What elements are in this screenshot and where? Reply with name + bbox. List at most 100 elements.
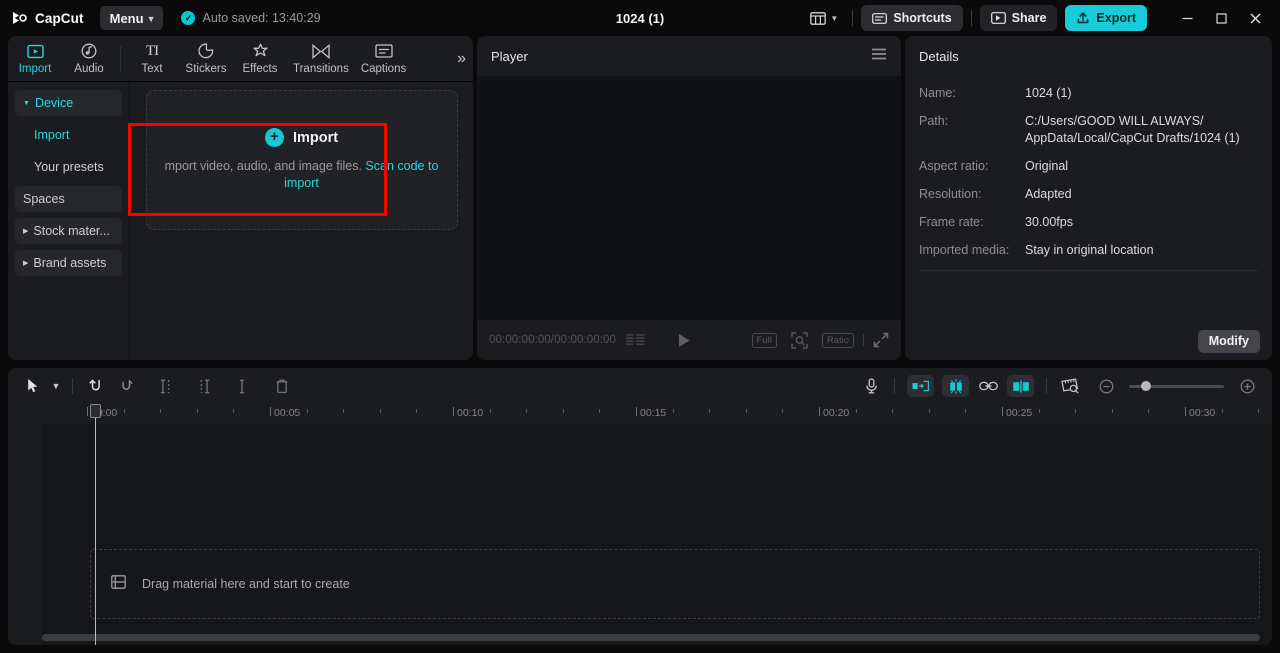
detail-value: Stay in original location (1025, 242, 1258, 259)
playhead-handle[interactable] (90, 404, 101, 418)
split-clip-button[interactable] (227, 373, 257, 399)
player-menu-button[interactable] (871, 47, 887, 65)
fullscreen-button[interactable] (873, 332, 889, 348)
zoom-out-icon (1099, 379, 1114, 394)
share-label: Share (1012, 11, 1047, 25)
tab-audio[interactable]: Audio (62, 36, 116, 82)
play-button[interactable] (677, 333, 691, 348)
tab-label: Audio (74, 63, 103, 75)
timeline-left-gutter (8, 404, 42, 645)
sidebar-item-label: Your presets (34, 160, 104, 174)
storyboard-icon (626, 334, 645, 347)
maximize-button[interactable] (1204, 3, 1238, 33)
ruler-minor-tick (929, 409, 930, 413)
auto-cut-button[interactable] (907, 375, 934, 397)
tab-effects[interactable]: Effects (233, 36, 287, 82)
tab-label: Effects (243, 63, 278, 75)
timeline-toolbar-right (856, 373, 1262, 399)
clip-in-icon (912, 380, 929, 392)
divider (852, 10, 853, 26)
media-content-area: + Import mport video, audio, and image f… (130, 82, 473, 360)
freeze-frame-button[interactable] (942, 375, 969, 397)
ruler-minor-tick (563, 409, 564, 413)
timeline-preview-button[interactable] (1055, 373, 1085, 399)
chevron-right-icon: ▶ (23, 259, 28, 267)
timeline-zoom-slider[interactable] (1129, 385, 1224, 388)
sidebar-item-device[interactable]: ▼ Device (15, 90, 122, 116)
ruler-minor-tick (709, 409, 710, 413)
timeline-ruler[interactable]: 00:0000:0500:1000:1500:2000:2500:30 (8, 404, 1272, 424)
sidebar-item-import[interactable]: Import (15, 122, 122, 148)
layout-switch-button[interactable]: ▼ (804, 8, 844, 29)
ruler-minor-tick (1112, 409, 1113, 413)
zoom-in-button[interactable] (1232, 373, 1262, 399)
ruler-major-tick (453, 407, 454, 416)
dropzone-inner: + Import mport video, audio, and image f… (147, 128, 457, 192)
aspect-ratio-button[interactable]: Ratio (822, 333, 854, 348)
divider (919, 270, 1258, 271)
close-button[interactable] (1238, 3, 1272, 33)
split-left-button[interactable] (151, 373, 181, 399)
import-action[interactable]: + Import (153, 128, 451, 147)
tab-stickers[interactable]: Stickers (179, 36, 233, 82)
sidebar-item-brand-assets[interactable]: ▶ Brand assets (15, 250, 122, 276)
share-icon (991, 12, 1006, 24)
trim-left-icon (159, 379, 173, 394)
redo-button[interactable] (111, 373, 141, 399)
minimize-button[interactable] (1170, 3, 1204, 33)
capcut-logo-icon (12, 11, 29, 25)
tab-transitions[interactable]: Transitions (287, 36, 355, 82)
adjust-split-button[interactable] (1007, 375, 1034, 397)
export-button[interactable]: Export (1065, 5, 1147, 31)
zoom-fit-button[interactable] (791, 332, 808, 349)
ruler-minor-tick (746, 409, 747, 413)
record-voiceover-button[interactable] (856, 373, 886, 399)
ruler-major-tick (636, 407, 637, 416)
link-clips-button[interactable] (973, 373, 1003, 399)
tab-text[interactable]: TI Text (125, 36, 179, 82)
detail-value: 30.00fps (1025, 214, 1258, 231)
menu-button[interactable]: Menu ▼ (100, 6, 164, 30)
split-icon (235, 379, 249, 394)
tab-label: Import (19, 63, 52, 75)
ruler-minor-tick (673, 409, 674, 413)
detail-key: Path: (919, 113, 1025, 147)
sidebar-item-spaces[interactable]: Spaces (15, 186, 122, 212)
sidebar-item-label: Stock mater... (33, 224, 109, 238)
ruler-minor-tick (599, 409, 600, 413)
zoom-out-button[interactable] (1091, 373, 1121, 399)
tab-import[interactable]: Import (8, 36, 62, 82)
share-button[interactable]: Share (980, 5, 1058, 31)
brand-name: CapCut (35, 11, 84, 26)
timeline-horizontal-scrollbar[interactable] (42, 634, 1260, 641)
zoom-slider-handle[interactable] (1141, 381, 1151, 391)
captions-icon (375, 43, 393, 60)
timeline-panel: ▼ (8, 368, 1272, 645)
trash-icon (275, 379, 289, 394)
delete-button[interactable] (267, 373, 297, 399)
timeline-tracks[interactable]: Drag material here and start to create (8, 424, 1272, 645)
trim-right-icon (197, 379, 211, 394)
shortcuts-button[interactable]: Shortcuts (861, 5, 962, 31)
select-tool-button[interactable] (18, 373, 48, 399)
ruler-minor-tick (526, 409, 527, 413)
frame-list-button[interactable] (626, 334, 645, 347)
undo-button[interactable] (81, 373, 111, 399)
split-right-button[interactable] (189, 373, 219, 399)
import-dropzone[interactable]: + Import mport video, audio, and image f… (146, 90, 458, 230)
sidebar-item-stock-materials[interactable]: ▶ Stock mater... (15, 218, 122, 244)
empty-track-dropzone[interactable]: Drag material here and start to create (90, 549, 1260, 619)
tab-captions[interactable]: Captions (355, 36, 412, 82)
sidebar-item-your-presets[interactable]: Your presets (15, 154, 122, 180)
ruler-label: 00:15 (640, 407, 666, 419)
ruler-major-tick (270, 407, 271, 416)
detail-row-name: Name: 1024 (1) (919, 80, 1258, 108)
more-tabs-button[interactable]: » (457, 50, 463, 68)
timeline-toolbar: ▼ (8, 368, 1272, 404)
full-screen-quality-button[interactable]: Full (752, 333, 777, 348)
ruler-minor-tick (965, 409, 966, 413)
player-canvas[interactable] (477, 76, 901, 320)
modify-button[interactable]: Modify (1198, 330, 1260, 353)
detail-row-path: Path: C:/Users/GOOD WILL ALWAYS/ AppData… (919, 108, 1258, 153)
tool-dropdown-button[interactable]: ▼ (48, 373, 64, 399)
